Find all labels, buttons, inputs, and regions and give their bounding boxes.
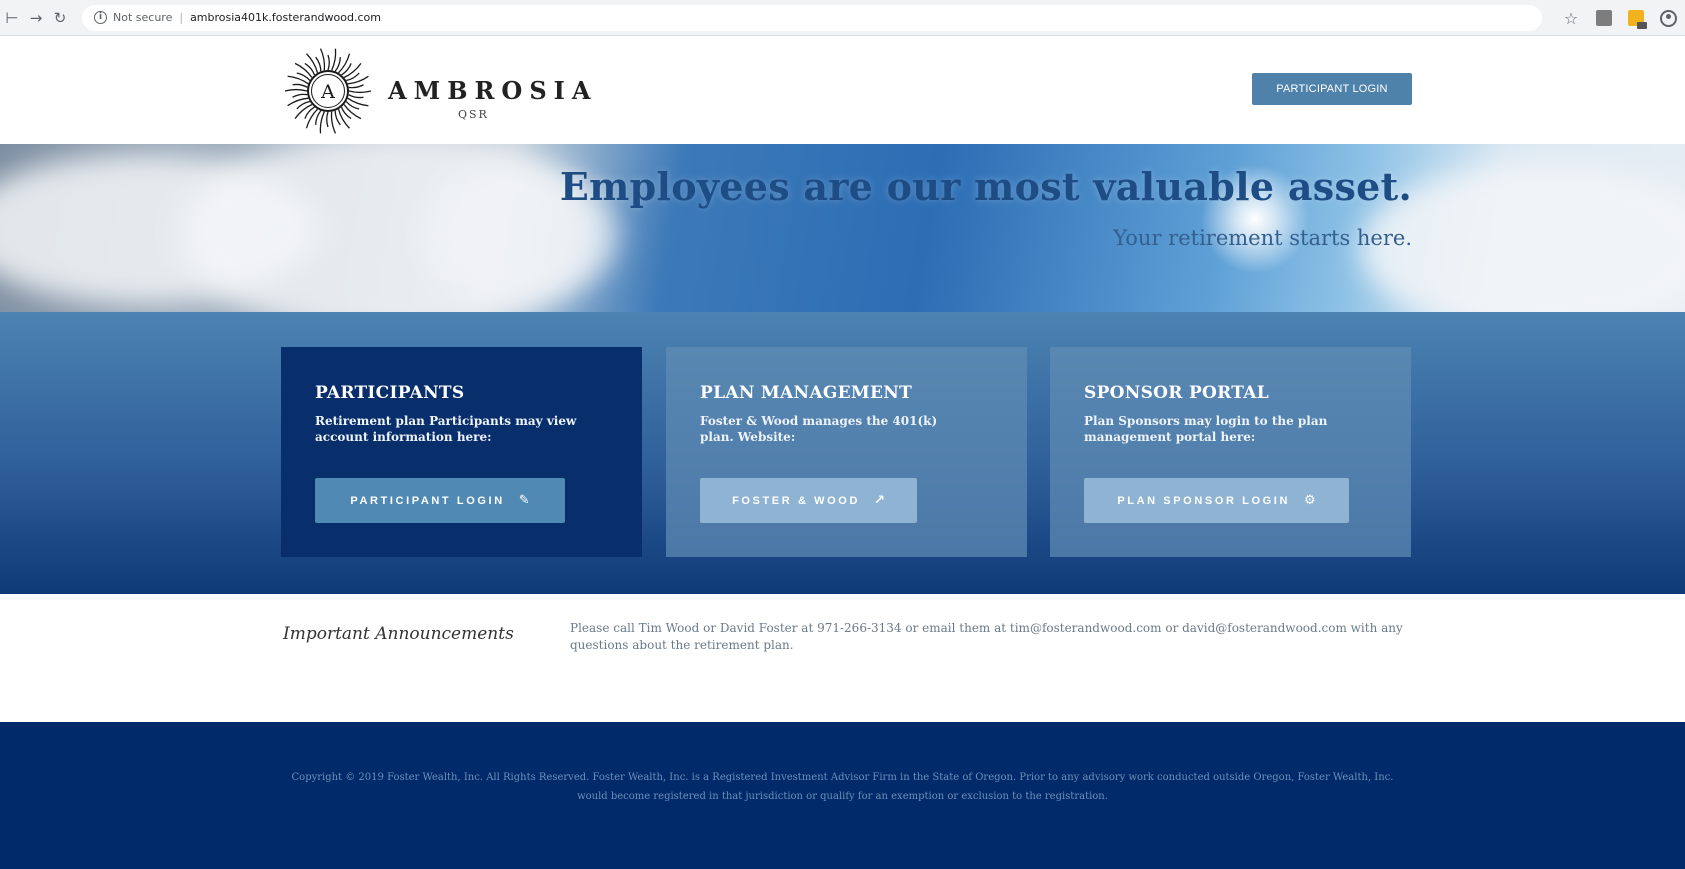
- participant-login-button[interactable]: PARTICIPANT LOGIN ✎: [315, 478, 565, 523]
- plan-management-card: PLAN MANAGEMENT Foster & Wood manages th…: [666, 347, 1027, 557]
- bookmark-star-icon[interactable]: ☆: [1556, 9, 1586, 28]
- foster-wood-button[interactable]: FOSTER & WOOD ↗: [700, 478, 917, 523]
- edit-icon: ✎: [518, 493, 530, 508]
- address-bar[interactable]: i Not secure | ambrosia401k.fosterandwoo…: [82, 4, 1542, 31]
- participants-card: PARTICIPANTS Retirement plan Participant…: [281, 347, 642, 557]
- info-icon[interactable]: i: [94, 11, 107, 24]
- announcements-text: Please call Tim Wood or David Foster at …: [570, 621, 1403, 652]
- copyright-text: Copyright © 2019 Foster Wealth, Inc. All…: [291, 772, 1394, 802]
- logo-letter: A: [320, 81, 335, 103]
- hero-banner: Employees are our most valuable asset. Y…: [0, 144, 1685, 312]
- gear-icon: ⚙: [1304, 493, 1316, 508]
- portal-cards-section: PARTICIPANTS Retirement plan Participant…: [0, 312, 1685, 594]
- security-label: Not secure: [113, 11, 173, 24]
- card-description: Plan Sponsors may login to the plan mana…: [1084, 414, 1328, 444]
- external-share-icon: ↗: [874, 493, 885, 508]
- extension-icon[interactable]: [1596, 10, 1612, 26]
- brand-name: AMBROSIA: [388, 76, 598, 105]
- ambrosia-sun-logo-icon[interactable]: A: [283, 46, 373, 136]
- button-label: PLAN SPONSOR LOGIN: [1117, 494, 1291, 507]
- extension-icon[interactable]: [1628, 10, 1647, 29]
- site-header: A AMBROSIA QSR PARTICIPANT LOGIN: [0, 36, 1685, 144]
- card-title: PLAN MANAGEMENT: [700, 383, 913, 403]
- card-title: PARTICIPANTS: [315, 383, 465, 403]
- plan-sponsor-login-button[interactable]: PLAN SPONSOR LOGIN ⚙: [1084, 478, 1349, 523]
- browser-toolbar: ⊢ → ↻ i Not secure | ambrosia401k.foster…: [0, 0, 1685, 36]
- announcements-section: Important Announcements Please call Tim …: [0, 594, 1685, 722]
- hero-subtitle: Your retirement starts here.: [1113, 226, 1412, 250]
- site-footer: Copyright © 2019 Foster Wealth, Inc. All…: [0, 722, 1685, 869]
- address-separator: |: [179, 11, 184, 24]
- hero-title: Employees are our most valuable asset.: [559, 164, 1412, 209]
- button-label: PARTICIPANT LOGIN: [350, 494, 505, 507]
- card-description: Retirement plan Participants may view ac…: [315, 414, 577, 444]
- card-description: Foster & Wood manages the 401(k) plan. W…: [700, 414, 938, 444]
- announcements-title: Important Announcements: [283, 624, 514, 644]
- reload-icon[interactable]: ↻: [48, 9, 72, 27]
- profile-icon[interactable]: [1660, 9, 1677, 27]
- forward-arrow-icon[interactable]: →: [24, 9, 48, 27]
- card-title: SPONSOR PORTAL: [1084, 383, 1270, 403]
- brand-subtitle: QSR: [458, 108, 489, 121]
- sponsor-portal-card: SPONSOR PORTAL Plan Sponsors may login t…: [1050, 347, 1411, 557]
- header-participant-login-button[interactable]: PARTICIPANT LOGIN: [1252, 73, 1412, 105]
- button-label: FOSTER & WOOD: [732, 494, 860, 507]
- back-arrow-icon[interactable]: ⊢: [0, 9, 24, 27]
- url-text[interactable]: ambrosia401k.fosterandwood.com: [190, 11, 381, 24]
- browser-actions: ☆: [1556, 0, 1685, 36]
